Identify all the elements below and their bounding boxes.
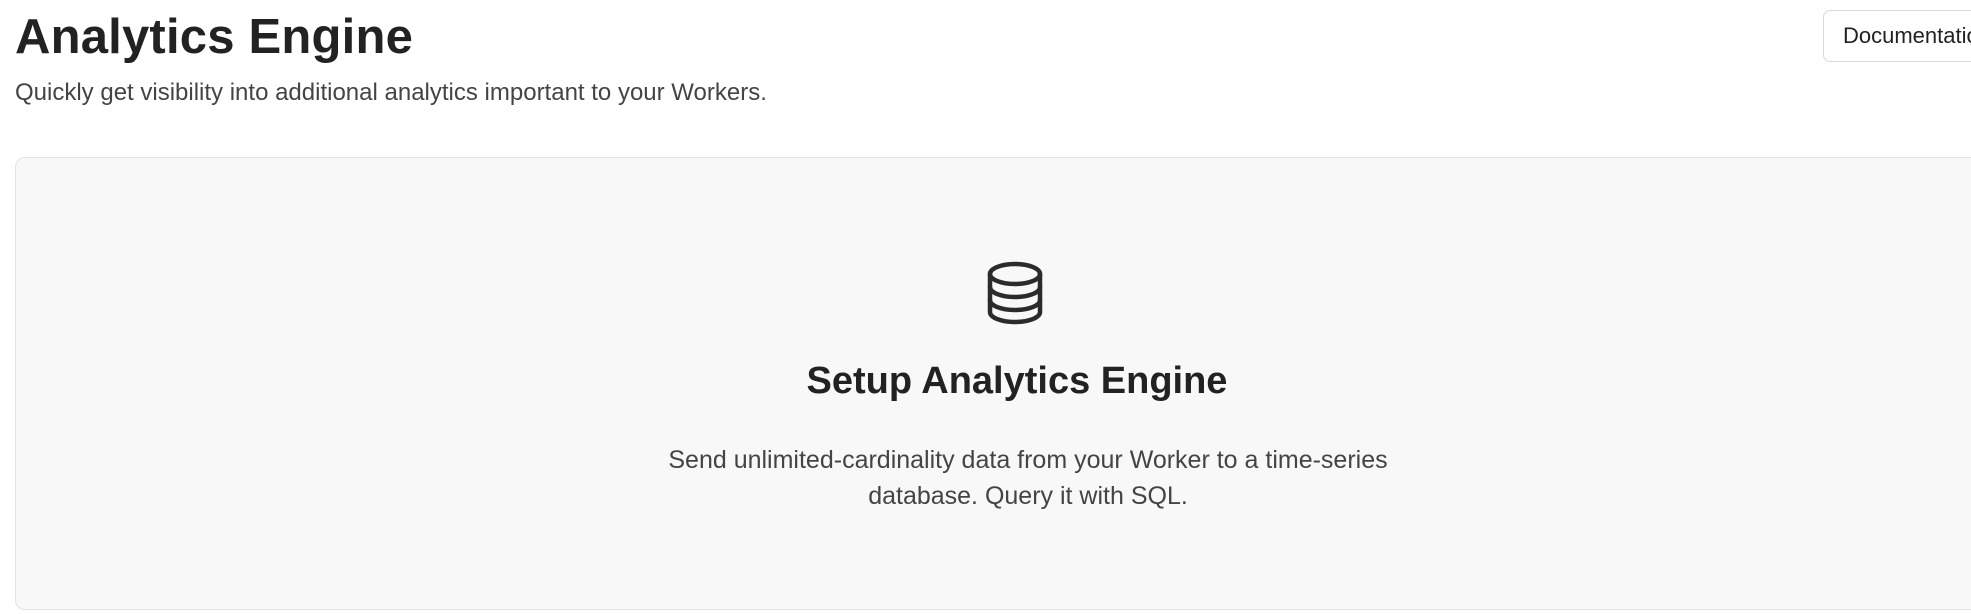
analytics-engine-page: Analytics Engine Quickly get visibility … [0, 0, 1971, 614]
page-subtitle: Quickly get visibility into additional a… [15, 79, 767, 106]
empty-state-card: Setup Analytics Engine Send unlimited-ca… [15, 157, 1971, 610]
page-header: Analytics Engine Quickly get visibility … [15, 8, 767, 108]
page-title: Analytics Engine [15, 10, 414, 64]
empty-state-title: Setup Analytics Engine [806, 360, 1228, 402]
documentation-button[interactable]: Documentation [1823, 10, 1971, 62]
empty-state-description: Send unlimited-cardinality data from you… [668, 446, 1388, 510]
empty-state-content: Setup Analytics Engine Send unlimited-ca… [16, 158, 1971, 609]
database-icon [987, 261, 1043, 325]
